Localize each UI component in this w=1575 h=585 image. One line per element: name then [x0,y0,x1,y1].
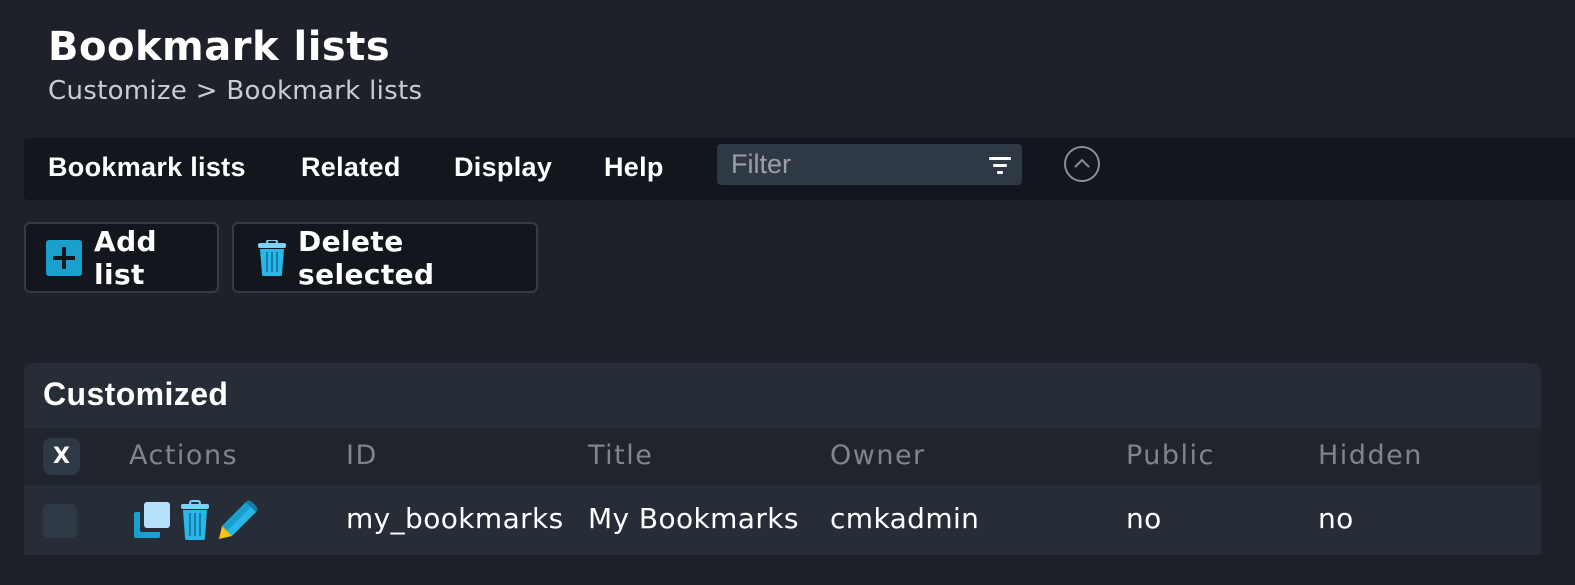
column-header-owner[interactable]: Owner [830,440,926,471]
filter-input[interactable] [717,144,977,185]
chevron-up-circle-icon[interactable] [1063,145,1101,183]
column-header-public[interactable]: Public [1126,440,1215,471]
edit-pencil-icon[interactable] [218,500,258,540]
menu-help[interactable]: Help [604,152,664,183]
add-list-label: Add list [94,224,157,291]
delete-row-icon[interactable] [180,500,210,540]
add-list-button[interactable]: Add list [24,222,219,293]
filter-icon[interactable] [988,155,1012,175]
column-header-title[interactable]: Title [588,440,653,471]
menu-bookmark-lists[interactable]: Bookmark lists [48,152,246,183]
trash-icon [258,239,286,276]
cell-hidden: no [1318,502,1354,535]
row-checkbox[interactable] [43,504,77,538]
table-header: X Actions ID Title Owner Public Hidden [24,428,1541,485]
cell-id: my_bookmarks [346,502,564,535]
clone-icon[interactable] [132,500,172,540]
cell-title: My Bookmarks [588,502,799,535]
menu-display[interactable]: Display [454,152,552,183]
cell-owner: cmkadmin [830,502,980,535]
column-header-id[interactable]: ID [346,440,378,471]
row-actions [132,500,258,540]
page-title: Bookmark lists [48,24,391,70]
column-header-hidden[interactable]: Hidden [1318,440,1423,471]
cell-public: no [1126,502,1162,535]
plus-icon [46,239,82,276]
column-header-actions: Actions [129,440,239,471]
table-row: my_bookmarks My Bookmarks cmkadmin no no [24,485,1541,555]
filter-box [717,144,1022,185]
menu-related[interactable]: Related [301,152,401,183]
breadcrumb[interactable]: Customize > Bookmark lists [48,76,422,106]
delete-selected-button[interactable]: Delete selected [232,222,538,293]
select-all-toggle[interactable]: X [43,438,80,475]
customized-table-card: Customized X Actions ID Title Owner Publ… [24,363,1541,555]
delete-selected-label: Delete selected [298,224,435,291]
menubar: Bookmark lists Related Display Help [24,138,1575,200]
table-title: Customized [43,376,229,412]
